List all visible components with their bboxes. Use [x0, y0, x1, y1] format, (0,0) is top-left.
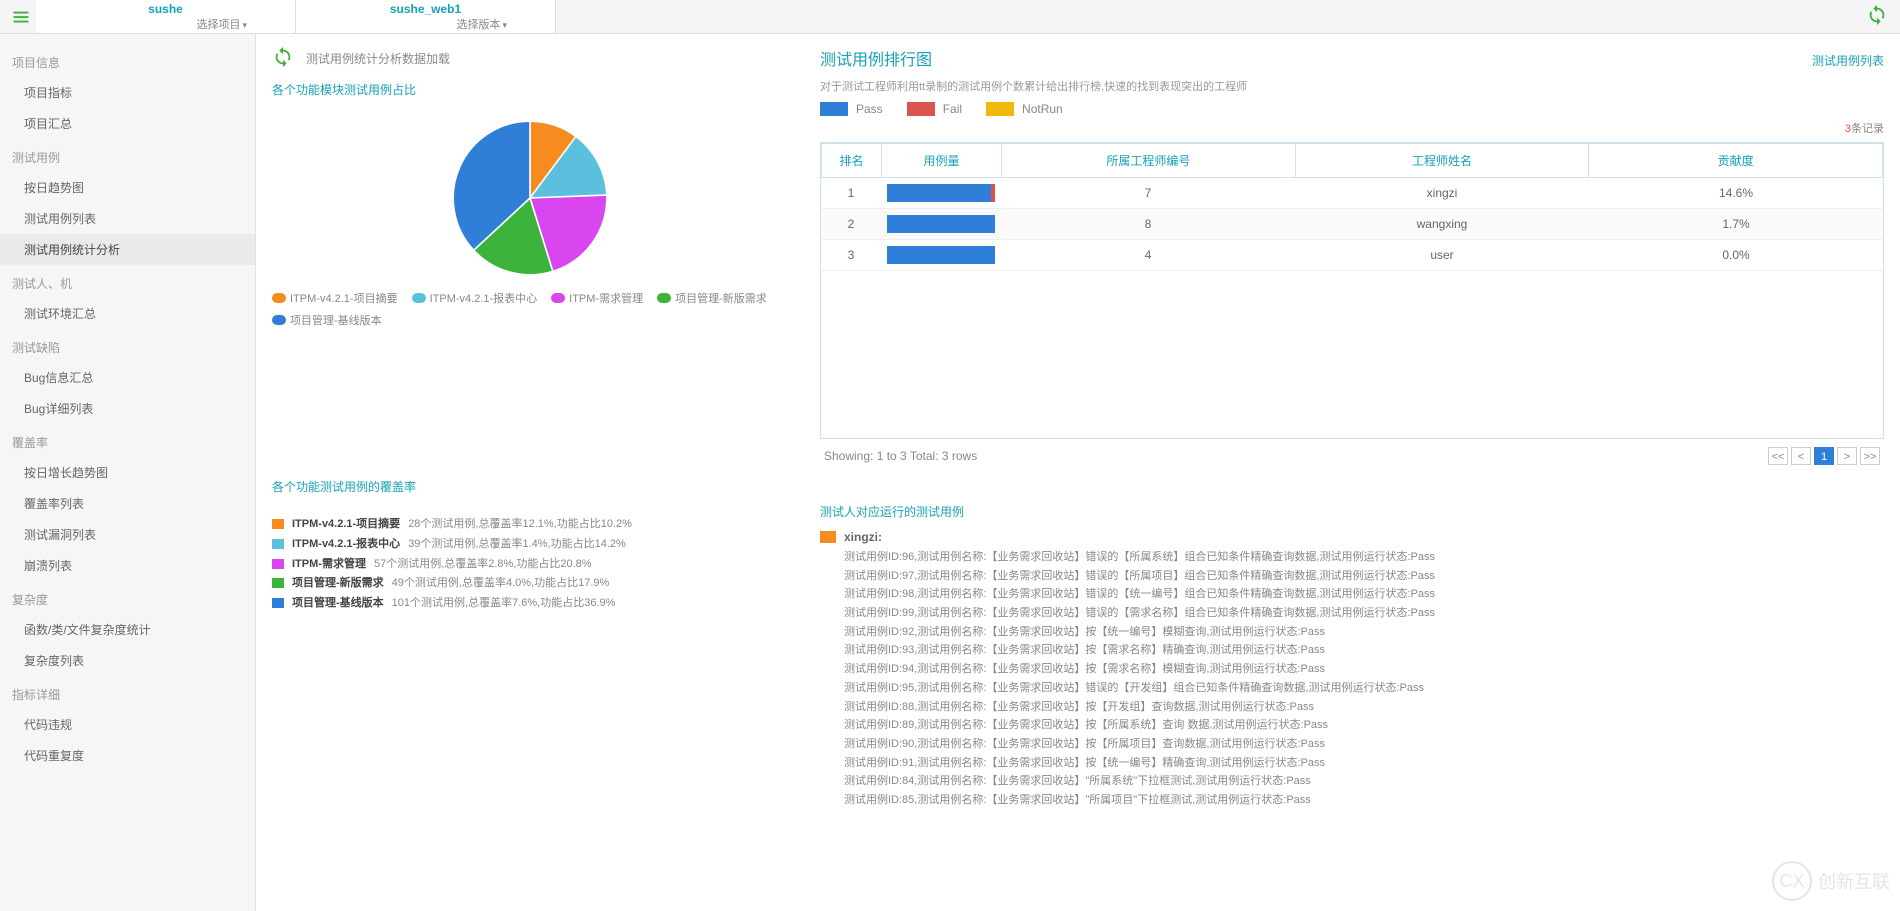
main: 测试用例统计分析数据加载 各个功能模块测试用例占比 ITPM-v4.2.1-项目… — [256, 34, 1900, 911]
sidebar-item[interactable]: 测试用例列表 — [0, 203, 255, 234]
pager: <<<1>>> — [1768, 447, 1880, 465]
sidebar-item[interactable]: 按日趋势图 — [0, 172, 255, 203]
sidebar-item[interactable]: 覆盖率列表 — [0, 488, 255, 519]
run-item: 测试用例ID:91,测试用例名称:【业务需求回收站】按【统一编号】精确查询,测试… — [844, 754, 1884, 773]
breadcrumb: sushe 选择项目 sushe_web1 选择版本 — [36, 0, 556, 33]
run-item: 测试用例ID:88,测试用例名称:【业务需求回收站】按【开发组】查询数据,测试用… — [844, 698, 1884, 717]
coverage-item: ITPM-v4.2.1-报表中心39个测试用例,总覆盖率1.4%,功能占比14.… — [272, 535, 788, 555]
run-item: 测试用例ID:90,测试用例名称:【业务需求回收站】按【所属项目】查询数据,测试… — [844, 735, 1884, 754]
sidebar-item[interactable]: 项目汇总 — [0, 108, 255, 139]
project-sub[interactable]: 选择项目 — [44, 16, 287, 32]
right-panel: 测试用例排行图 测试用例列表 对于测试工程师利用tt录制的测试用例个数累计给出排… — [804, 34, 1900, 911]
sidebar-item[interactable]: 崩溃列表 — [0, 550, 255, 581]
table-footer: Showing: 1 to 3 Total: 3 rows <<<1>>> — [820, 439, 1884, 473]
table-header[interactable]: 排名 — [822, 144, 882, 178]
coverage-item: 项目管理-新版需求49个测试用例,总覆盖率4.0%,功能占比17.9% — [272, 574, 788, 594]
legend-item[interactable]: 项目管理-基线版本 — [272, 312, 382, 328]
rank-desc: 对于测试工程师利用tt录制的测试用例个数累计给出排行榜,快速的找到表现突出的工程… — [820, 78, 1884, 94]
sidebar-item[interactable]: 项目指标 — [0, 77, 255, 108]
refresh-data-icon[interactable] — [272, 46, 294, 71]
project-selector[interactable]: sushe 选择项目 — [36, 0, 296, 33]
project-name: sushe — [44, 2, 287, 16]
coverage-item: 项目管理-基线版本101个测试用例,总覆盖率7.6%,功能占比36.9% — [272, 594, 788, 614]
run-item: 测试用例ID:97,测试用例名称:【业务需求回收站】错误的【所属项目】组合已知条… — [844, 567, 1884, 586]
table-row[interactable]: 2 8wangxing1.7% — [821, 209, 1883, 240]
sidebar-item[interactable]: 代码违规 — [0, 709, 255, 740]
case-list-link[interactable]: 测试用例列表 — [1812, 52, 1884, 69]
pie-legend: ITPM-v4.2.1-项目摘要 ITPM-v4.2.1-报表中心 ITPM-需求管… — [272, 290, 788, 328]
legend-item[interactable]: ITPM-v4.2.1-项目摘要 — [272, 290, 398, 306]
run-item: 测试用例ID:98,测试用例名称:【业务需求回收站】错误的【统一编号】组合已知条… — [844, 585, 1884, 604]
pager-button[interactable]: < — [1791, 447, 1811, 465]
footer-text: Showing: 1 to 3 Total: 3 rows — [824, 449, 977, 463]
run-item: 测试用例ID:95,测试用例名称:【业务需求回收站】错误的【开发组】组合已知条件… — [844, 679, 1884, 698]
menu-icon[interactable] — [6, 2, 36, 32]
coverage-item: ITPM-v4.2.1-项目摘要28个测试用例,总覆盖率12.1%,功能占比10… — [272, 515, 788, 535]
sidebar-item[interactable]: Bug详细列表 — [0, 393, 255, 424]
coverage-list: ITPM-v4.2.1-项目摘要28个测试用例,总覆盖率12.1%,功能占比10… — [272, 515, 788, 614]
run-item: 测试用例ID:89,测试用例名称:【业务需求回收站】按【所属系统】查询 数据,测… — [844, 716, 1884, 735]
sidebar-section-defect: 测试缺陷 — [0, 329, 255, 362]
sidebar-section-people: 测试人、机 — [0, 265, 255, 298]
main-container: 项目信息 项目指标项目汇总 测试用例 按日趋势图测试用例列表测试用例统计分析 测… — [0, 34, 1900, 911]
sidebar-section-complex: 复杂度 — [0, 581, 255, 614]
run-item: 测试用例ID:92,测试用例名称:【业务需求回收站】按【统一编号】模糊查询,测试… — [844, 623, 1884, 642]
rank-legend: Pass Fail NotRun — [820, 102, 1884, 116]
table-row[interactable]: 1 7xingzi14.6% — [821, 178, 1883, 209]
version-name: sushe_web1 — [304, 2, 547, 16]
sidebar-section-coverage: 覆盖率 — [0, 424, 255, 457]
legend-item[interactable]: ITPM-需求管理 — [551, 290, 643, 306]
rank-title: 测试用例排行图 — [820, 46, 932, 70]
rank-table: 排名用例量所属工程师编号工程师姓名贡献度 1 7xingzi14.6%2 8wa… — [820, 142, 1884, 439]
coverage-title: 各个功能测试用例的覆盖率 — [272, 478, 788, 495]
run-item: 测试用例ID:84,测试用例名称:【业务需求回收站】"所属系统"下拉框测试,测试… — [844, 772, 1884, 791]
version-sub[interactable]: 选择版本 — [304, 16, 547, 32]
run-item: 测试用例ID:85,测试用例名称:【业务需求回收站】"所属项目"下拉框测试,测试… — [844, 791, 1884, 810]
table-header[interactable]: 用例量 — [882, 144, 1002, 178]
sidebar-item[interactable]: 函数/类/文件复杂度统计 — [0, 614, 255, 645]
pie-title: 各个功能模块测试用例占比 — [272, 81, 788, 98]
run-title: 测试人对应运行的测试用例 — [820, 503, 1884, 520]
legend-item[interactable]: ITPM-v4.2.1-报表中心 — [412, 290, 538, 306]
table-row[interactable]: 3 4user0.0% — [821, 240, 1883, 271]
left-header-text: 测试用例统计分析数据加载 — [306, 50, 450, 67]
pie-chart — [450, 118, 610, 278]
version-selector[interactable]: sushe_web1 选择版本 — [296, 0, 556, 33]
sidebar-item[interactable]: Bug信息汇总 — [0, 362, 255, 393]
sidebar-item[interactable]: 测试环境汇总 — [0, 298, 255, 329]
sidebar-section-metric: 指标详细 — [0, 676, 255, 709]
table-header[interactable]: 贡献度 — [1589, 144, 1883, 178]
pager-button[interactable]: 1 — [1814, 447, 1834, 465]
sidebar-item[interactable]: 按日增长趋势图 — [0, 457, 255, 488]
sidebar-item[interactable]: 复杂度列表 — [0, 645, 255, 676]
run-list: 测试用例ID:96,测试用例名称:【业务需求回收站】错误的【所属系统】组合已知条… — [820, 548, 1884, 810]
pager-button[interactable]: >> — [1860, 447, 1880, 465]
sidebar-item[interactable]: 测试用例统计分析 — [0, 234, 255, 265]
table-header[interactable]: 工程师姓名 — [1295, 144, 1589, 178]
coverage-item: ITPM-需求管理57个测试用例,总覆盖率2.8%,功能占比20.8% — [272, 555, 788, 575]
run-item: 测试用例ID:99,测试用例名称:【业务需求回收站】错误的【需求名称】组合已知条… — [844, 604, 1884, 623]
left-panel: 测试用例统计分析数据加载 各个功能模块测试用例占比 ITPM-v4.2.1-项目… — [256, 34, 804, 911]
refresh-icon[interactable] — [1866, 4, 1888, 29]
user-swatch-icon — [820, 531, 836, 543]
pager-button[interactable]: << — [1768, 447, 1788, 465]
legend-pass: Pass — [820, 102, 883, 116]
topbar: sushe 选择项目 sushe_web1 选择版本 — [0, 0, 1900, 34]
legend-notrun: NotRun — [986, 102, 1063, 116]
pager-button[interactable]: > — [1837, 447, 1857, 465]
sidebar-section-project: 项目信息 — [0, 44, 255, 77]
legend-item[interactable]: 项目管理-新版需求 — [657, 290, 767, 306]
run-item: 测试用例ID:94,测试用例名称:【业务需求回收站】按【需求名称】模糊查询,测试… — [844, 660, 1884, 679]
record-count: 3条记录 — [820, 120, 1884, 136]
sidebar: 项目信息 项目指标项目汇总 测试用例 按日趋势图测试用例列表测试用例统计分析 测… — [0, 34, 256, 911]
sidebar-item[interactable]: 代码重复度 — [0, 740, 255, 771]
run-user: xingzi: — [820, 530, 1884, 544]
table-header[interactable]: 所属工程师编号 — [1002, 144, 1296, 178]
run-item: 测试用例ID:96,测试用例名称:【业务需求回收站】错误的【所属系统】组合已知条… — [844, 548, 1884, 567]
run-item: 测试用例ID:93,测试用例名称:【业务需求回收站】按【需求名称】精确查询,测试… — [844, 641, 1884, 660]
legend-fail: Fail — [907, 102, 962, 116]
sidebar-section-case: 测试用例 — [0, 139, 255, 172]
run-section: 测试人对应运行的测试用例 xingzi: 测试用例ID:96,测试用例名称:【业… — [820, 503, 1884, 810]
sidebar-item[interactable]: 测试漏洞列表 — [0, 519, 255, 550]
